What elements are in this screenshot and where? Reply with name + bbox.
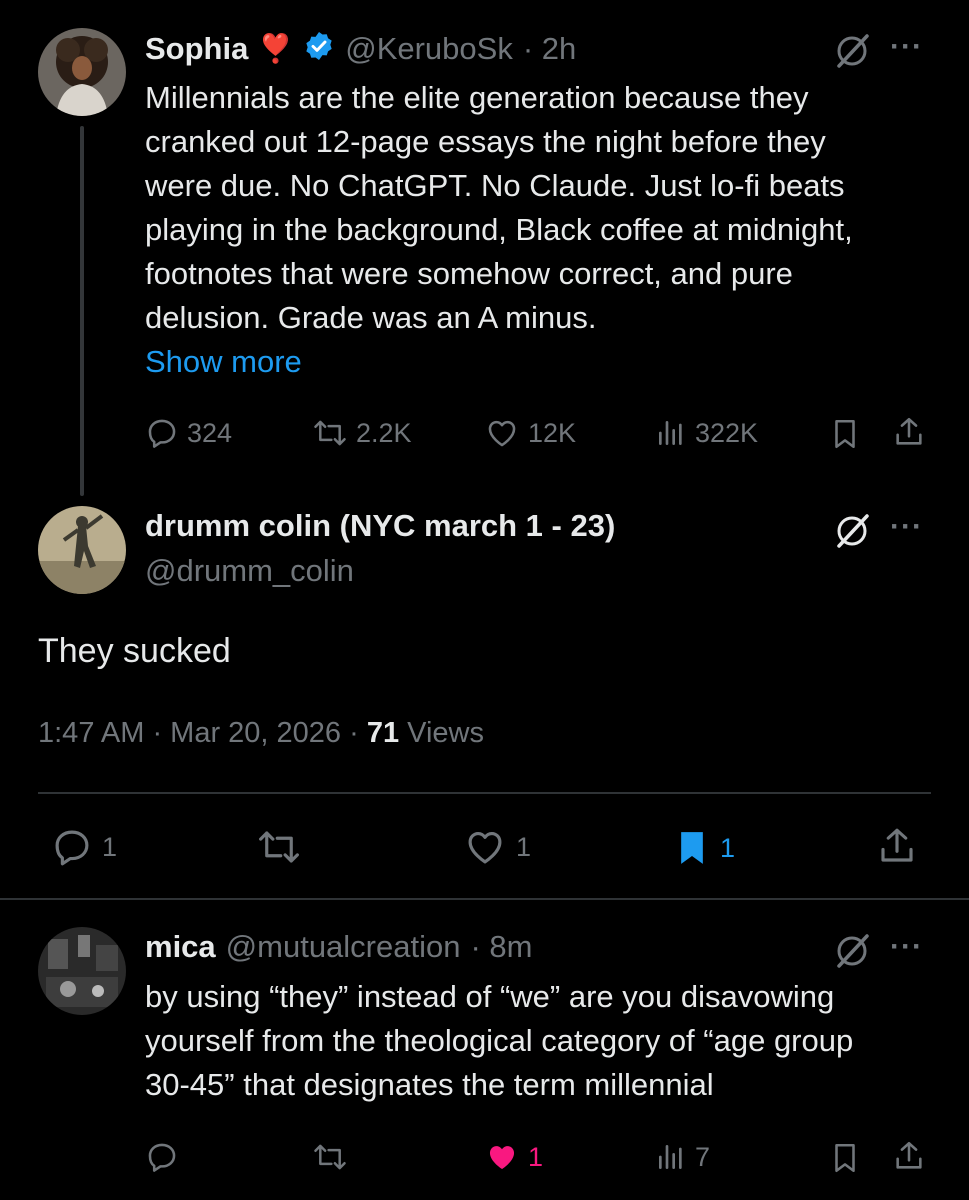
author-handle[interactable]: @drumm_colin xyxy=(145,553,354,589)
like-button[interactable]: 1 xyxy=(462,826,531,868)
more-icon[interactable]: ··· xyxy=(890,510,923,544)
avatar-mica[interactable] xyxy=(38,927,126,1015)
author-handle[interactable]: @mutualcreation xyxy=(226,929,461,965)
post-metadata: 1:47 AM · Mar 20, 2026 · 71 Views xyxy=(38,717,484,750)
author-name[interactable]: drumm colin (NYC march 1 - 23) xyxy=(145,508,615,544)
bookmark-button[interactable]: 1 xyxy=(672,826,735,870)
like-icon xyxy=(484,416,520,450)
author-handle[interactable]: @KeruboSk xyxy=(345,31,513,67)
like-count: 1 xyxy=(528,1141,544,1172)
views-label: Views xyxy=(399,717,484,749)
reply-icon xyxy=(50,826,94,868)
bookmark-icon[interactable] xyxy=(828,1140,862,1181)
like-icon xyxy=(484,1140,520,1174)
views-icon xyxy=(655,1140,687,1174)
views-count: 71 xyxy=(366,717,400,749)
show-more-link[interactable]: Show more xyxy=(145,340,945,384)
reply-icon[interactable] xyxy=(145,1140,179,1179)
tweet-line: 30-45” that designates the term millenni… xyxy=(145,1067,714,1102)
bookmark-icon[interactable] xyxy=(828,416,862,457)
tweet-line: yourself from the theological category o… xyxy=(145,1023,854,1058)
reply-button[interactable]: 1 xyxy=(50,826,117,868)
post-time[interactable]: · 2h xyxy=(523,31,576,67)
retweet-icon[interactable] xyxy=(255,826,303,873)
heart-exclamation-emoji: ❣️ xyxy=(258,33,294,64)
like-count: 12K xyxy=(528,417,577,448)
views-icon xyxy=(655,416,687,450)
grok-icon[interactable] xyxy=(833,512,871,555)
tweet-line: cranked out 12-page essays the night bef… xyxy=(145,124,826,159)
reply-icon xyxy=(145,416,179,450)
post-time[interactable]: · 8m xyxy=(470,929,532,965)
post-timestamp[interactable]: 1:47 AM · Mar 20, 2026 · xyxy=(38,717,367,749)
grok-icon[interactable] xyxy=(833,932,871,975)
avatar-sophia[interactable] xyxy=(38,28,126,116)
views-button[interactable]: 7 xyxy=(655,1140,710,1174)
like-count: 1 xyxy=(516,831,532,862)
reply-count: 1 xyxy=(102,831,118,862)
more-icon[interactable]: ··· xyxy=(890,30,923,64)
views-count: 7 xyxy=(695,1141,711,1172)
tweet-line: were due. No ChatGPT. No Claude. Just lo… xyxy=(145,168,845,203)
views-count: 322K xyxy=(695,417,759,448)
tweet-line: footnotes that were somehow correct, and… xyxy=(145,256,793,291)
retweet-icon xyxy=(312,416,348,450)
author-name[interactable]: Sophia xyxy=(145,31,248,67)
bookmark-icon xyxy=(672,826,712,870)
reply-count: 324 xyxy=(187,417,233,448)
retweet-count: 2.2K xyxy=(356,417,412,448)
share-icon[interactable] xyxy=(876,824,918,873)
divider xyxy=(0,898,969,900)
tweet-line: Millennials are the elite generation bec… xyxy=(145,80,809,115)
like-button[interactable]: 12K xyxy=(484,416,576,450)
grok-icon[interactable] xyxy=(833,32,871,75)
avatar-drumm-colin[interactable] xyxy=(38,506,126,594)
verified-icon xyxy=(303,30,335,67)
reply-button[interactable]: 324 xyxy=(145,416,232,450)
author-name[interactable]: mica xyxy=(145,929,216,965)
tweet-line: delusion. Grade was an A minus. xyxy=(145,300,597,335)
tweet-body: They sucked xyxy=(38,632,231,670)
share-icon[interactable] xyxy=(892,414,926,455)
tweet-line: by using “they” instead of “we” are you … xyxy=(145,979,835,1014)
like-button[interactable]: 1 xyxy=(484,1140,543,1174)
retweet-icon[interactable] xyxy=(312,1140,348,1179)
bookmark-count: 1 xyxy=(720,832,736,863)
like-icon xyxy=(462,826,508,868)
tweet-line: playing in the background, Black coffee … xyxy=(145,212,853,247)
views-button[interactable]: 322K xyxy=(655,416,758,450)
more-icon[interactable]: ··· xyxy=(890,930,923,964)
tweet-body: by using “they” instead of “we” are you … xyxy=(145,975,945,1107)
retweet-button[interactable]: 2.2K xyxy=(312,416,412,450)
tweet-body: Millennials are the elite generation bec… xyxy=(145,76,945,384)
divider xyxy=(38,792,931,794)
share-icon[interactable] xyxy=(892,1138,926,1179)
thread-line xyxy=(80,126,84,496)
